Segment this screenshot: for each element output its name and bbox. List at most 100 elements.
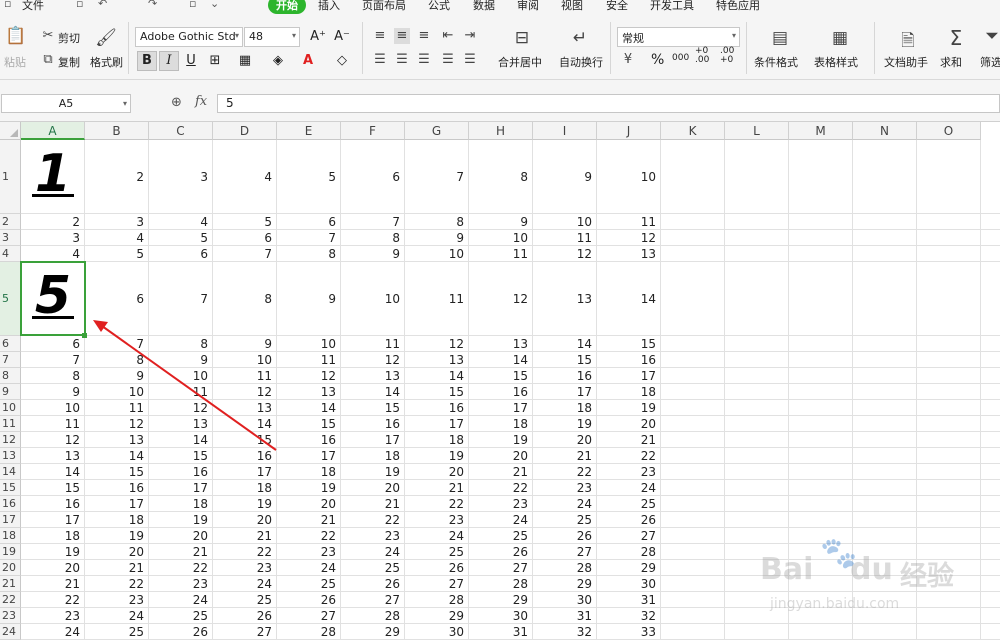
cell-j8[interactable]: 17 [597,368,661,384]
cell-g7[interactable]: 13 [405,352,469,368]
cell-c4[interactable]: 6 [149,246,213,262]
cell-a13[interactable]: 13 [21,448,85,464]
row-header-5[interactable]: 5 [0,262,21,336]
cell-f1[interactable]: 6 [341,140,405,214]
decrease-decimal-button[interactable]: .00 +0 [720,47,740,65]
cut-button[interactable]: 剪切 [58,30,80,46]
font-color-icon[interactable]: A [298,51,318,71]
align-center-icon[interactable]: ☰ [394,52,410,68]
cell-i22[interactable]: 30 [533,592,597,608]
cell-d16[interactable]: 19 [213,496,277,512]
eraser-icon[interactable]: ◇ [332,51,352,71]
cell-a21[interactable]: 21 [21,576,85,592]
cell-h4[interactable]: 11 [469,246,533,262]
menu-item-1[interactable]: 开始 [268,0,306,14]
font-grow-button[interactable]: A⁺ [308,27,328,47]
doc-assistant-icon[interactable]: 🗎 [896,28,920,51]
cell-a17[interactable]: 17 [21,512,85,528]
cell-i10[interactable]: 18 [533,400,597,416]
menu-item-2[interactable]: 插入 [318,0,340,13]
cell-b24[interactable]: 25 [85,624,149,640]
cell-g15[interactable]: 21 [405,480,469,496]
cell-g9[interactable]: 15 [405,384,469,400]
redo-icon[interactable]: ↷ [148,0,157,10]
cell-e18[interactable]: 22 [277,528,341,544]
cell-d11[interactable]: 14 [213,416,277,432]
cell-e7[interactable]: 11 [277,352,341,368]
cell-h10[interactable]: 17 [469,400,533,416]
cell-f18[interactable]: 23 [341,528,405,544]
cell-g3[interactable]: 9 [405,230,469,246]
cell-d17[interactable]: 20 [213,512,277,528]
menu-item-8[interactable]: 安全 [606,0,628,13]
filter-icon[interactable]: ⏷ [980,26,1000,48]
fx-label[interactable]: fx [195,94,207,109]
cell-e21[interactable]: 25 [277,576,341,592]
customize-icon[interactable]: ⌄ [210,0,219,10]
row-header-4[interactable]: 4 [0,246,21,262]
cell-a16[interactable]: 16 [21,496,85,512]
cell-j16[interactable]: 25 [597,496,661,512]
justify-icon[interactable]: ☰ [440,52,456,68]
cell-g18[interactable]: 24 [405,528,469,544]
column-header-a[interactable]: A [21,122,85,140]
print-icon[interactable]: ▫ [189,0,196,10]
cell-j6[interactable]: 15 [597,336,661,352]
menu-item-4[interactable]: 公式 [428,0,450,13]
cell-g14[interactable]: 20 [405,464,469,480]
cell-b22[interactable]: 23 [85,592,149,608]
cell-j19[interactable]: 28 [597,544,661,560]
cell-g22[interactable]: 28 [405,592,469,608]
cell-g23[interactable]: 29 [405,608,469,624]
zoom-icon[interactable]: ⊕ [171,95,182,110]
cell-e8[interactable]: 12 [277,368,341,384]
cell-f2[interactable]: 7 [341,214,405,230]
cell-j2[interactable]: 11 [597,214,661,230]
cell-c7[interactable]: 9 [149,352,213,368]
cell-d13[interactable]: 16 [213,448,277,464]
cell-h24[interactable]: 31 [469,624,533,640]
thousands-button[interactable]: 000 [672,53,689,63]
row-header-16[interactable]: 16 [0,496,21,512]
cell-j14[interactable]: 23 [597,464,661,480]
cell-h16[interactable]: 23 [469,496,533,512]
cell-f23[interactable]: 28 [341,608,405,624]
cell-a20[interactable]: 20 [21,560,85,576]
cell-e12[interactable]: 16 [277,432,341,448]
cell-i14[interactable]: 22 [533,464,597,480]
row-header-21[interactable]: 21 [0,576,21,592]
cell-i6[interactable]: 14 [533,336,597,352]
increase-decimal-button[interactable]: +0 .00 [695,47,715,65]
cell-i2[interactable]: 10 [533,214,597,230]
doc-assistant-button[interactable]: 文档助手 [884,54,928,70]
cell-e16[interactable]: 20 [277,496,341,512]
cell-j10[interactable]: 19 [597,400,661,416]
cell-h17[interactable]: 24 [469,512,533,528]
border-icon[interactable]: ⊞ [205,51,225,71]
fill-handle[interactable] [82,333,87,338]
save-icon[interactable]: ▫ [76,0,83,10]
cell-b2[interactable]: 3 [85,214,149,230]
cell-b6[interactable]: 7 [85,336,149,352]
cell-f10[interactable]: 15 [341,400,405,416]
cell-h11[interactable]: 18 [469,416,533,432]
cell-a15[interactable]: 15 [21,480,85,496]
cell-e20[interactable]: 24 [277,560,341,576]
cell-c3[interactable]: 5 [149,230,213,246]
cell-d10[interactable]: 13 [213,400,277,416]
row-header-22[interactable]: 22 [0,592,21,608]
cell-j23[interactable]: 32 [597,608,661,624]
menu-item-0[interactable]: 文件 [22,0,44,13]
cell-b14[interactable]: 15 [85,464,149,480]
cell-i8[interactable]: 16 [533,368,597,384]
cell-h3[interactable]: 10 [469,230,533,246]
row-header-1[interactable]: 1 [0,140,21,214]
cell-i7[interactable]: 15 [533,352,597,368]
cell-a23[interactable]: 23 [21,608,85,624]
cell-i12[interactable]: 20 [533,432,597,448]
font-shrink-button[interactable]: A⁻ [332,27,352,47]
cell-d1[interactable]: 4 [213,140,277,214]
cell-a14[interactable]: 14 [21,464,85,480]
cell-j24[interactable]: 33 [597,624,661,640]
bold-button[interactable]: B [137,51,157,71]
